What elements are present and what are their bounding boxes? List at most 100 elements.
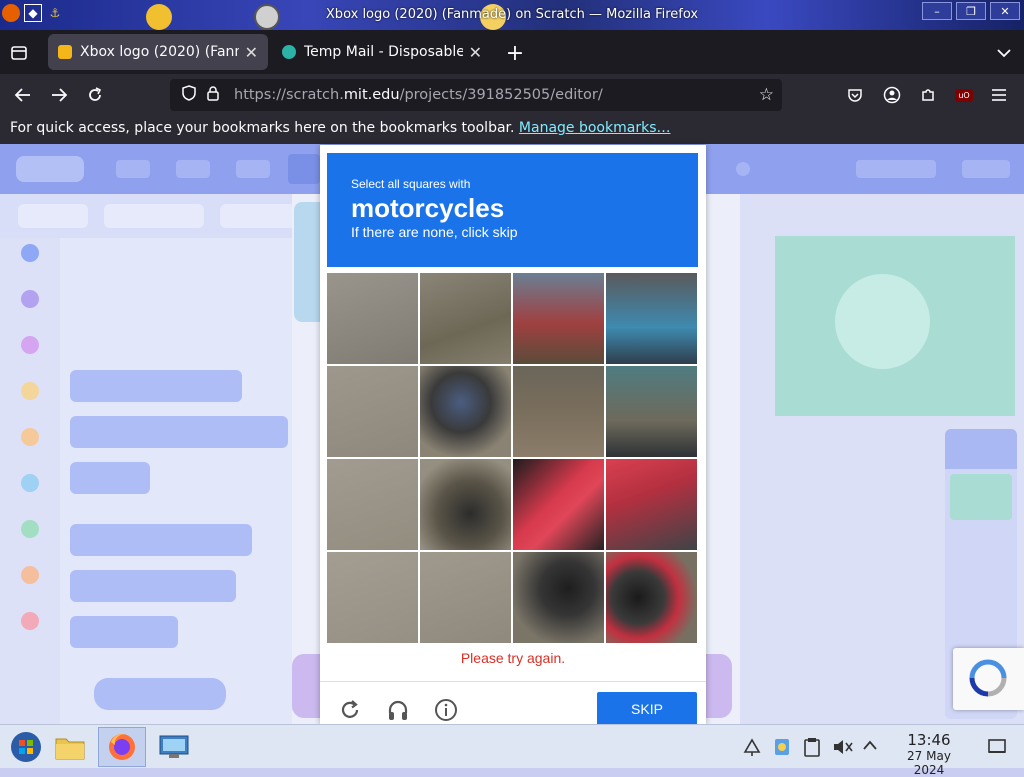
lock-icon[interactable] — [202, 85, 224, 105]
close-tab-icon[interactable]: ✕ — [469, 43, 482, 62]
captcha-subinstruction: If there are none, click skip — [351, 224, 518, 240]
captcha-footer: SKIP — [320, 681, 706, 726]
project-title-field — [288, 154, 320, 184]
captcha-tile[interactable] — [513, 459, 604, 550]
xbox-logo-icon — [835, 274, 930, 369]
audio-challenge-headphones-icon[interactable] — [384, 696, 412, 724]
temp-mail-favicon-icon — [282, 45, 296, 59]
reload-challenge-icon[interactable] — [336, 696, 364, 724]
captcha-tile[interactable] — [513, 552, 604, 643]
app-menu-hamburger-icon[interactable] — [986, 82, 1012, 108]
captcha-tile[interactable] — [327, 459, 418, 550]
forward-arrow-icon[interactable] — [46, 82, 72, 108]
captcha-tile[interactable] — [327, 273, 418, 364]
window-titlebar: ◆ ⚓ Xbox logo (2020) (Fanmade) on Scratc… — [0, 0, 1024, 30]
start-menu-icon[interactable] — [2, 727, 50, 767]
tutorials-icon — [736, 162, 750, 176]
bookmarks-toolbar: For quick access, place your bookmarks h… — [0, 116, 1024, 144]
control-panel-icon[interactable] — [150, 727, 198, 767]
close-tab-icon[interactable]: ✕ — [245, 43, 258, 62]
clipboard-tray-icon[interactable] — [803, 737, 821, 762]
tab-label: Temp Mail - Disposable Temporary Email — [304, 44, 463, 60]
navigation-bar: https://scratch.mit.edu/projects/3918525… — [0, 74, 1024, 116]
url-path: /projects/391852505/editor/ — [399, 87, 603, 103]
account-icon[interactable] — [879, 82, 905, 108]
recaptcha-challenge: Select all squares with motorcycles If t… — [320, 145, 706, 726]
sprite-panel-header — [945, 429, 1017, 469]
close-window-button[interactable]: ✕ — [990, 2, 1020, 20]
captcha-tile[interactable] — [606, 273, 697, 364]
captcha-tile[interactable] — [327, 552, 418, 643]
captcha-tile[interactable] — [327, 366, 418, 457]
show-hidden-icons-chevron-icon[interactable] — [862, 737, 878, 757]
taskbar-clock[interactable]: 13:46 27 May 2024 — [890, 731, 968, 777]
sprite-thumbnail — [950, 474, 1012, 520]
ublock-badge: uO — [955, 88, 973, 102]
info-icon[interactable] — [432, 696, 460, 724]
show-desktop-icon[interactable] — [988, 737, 1006, 760]
bookmark-star-icon[interactable]: ☆ — [759, 85, 774, 105]
reload-icon[interactable] — [82, 82, 108, 108]
extensions-puzzle-icon[interactable] — [915, 82, 941, 108]
maximize-button[interactable]: ❐ — [956, 2, 986, 20]
url-host: mit.edu — [343, 87, 400, 103]
new-tab-button[interactable]: + — [502, 40, 528, 66]
tab-label: Xbox logo (2020) (Fanmade) on Scratch — [80, 44, 239, 60]
url-bar[interactable]: https://scratch.mit.edu/projects/3918525… — [170, 79, 782, 111]
join-scratch-link — [856, 160, 936, 178]
workspace-decoration — [294, 202, 322, 322]
tab-xbox-logo[interactable]: Xbox logo (2020) (Fanmade) on Scratch ✕ — [48, 34, 268, 70]
stage — [775, 236, 1015, 416]
firefox-view-icon[interactable] — [8, 42, 30, 64]
url-prefix: https://scratch. — [234, 87, 344, 103]
captcha-tile[interactable] — [420, 273, 511, 364]
captcha-tile[interactable] — [420, 459, 511, 550]
captcha-instruction: Select all squares with — [351, 177, 471, 191]
code-block — [70, 570, 236, 602]
taskbar: 13:46 27 May 2024 — [0, 724, 1024, 777]
sounds-tab — [220, 204, 296, 228]
captcha-tile[interactable] — [606, 552, 697, 643]
captcha-target: motorcycles — [351, 193, 505, 223]
skip-button[interactable]: SKIP — [597, 692, 697, 726]
back-arrow-icon[interactable] — [10, 82, 36, 108]
clock-date: 27 May 2024 — [907, 749, 951, 777]
network-tray-icon[interactable] — [742, 737, 762, 762]
pocket-icon[interactable] — [842, 82, 868, 108]
volume-muted-icon[interactable] — [832, 737, 854, 762]
system-updater-icon[interactable] — [772, 737, 792, 762]
firefox-taskbar-icon[interactable] — [98, 727, 146, 767]
captcha-tile[interactable] — [606, 366, 697, 457]
code-block — [70, 462, 150, 494]
recaptcha-logo-icon — [969, 659, 1007, 697]
captcha-header: Select all squares with motorcycles If t… — [327, 153, 698, 267]
captcha-tile[interactable] — [420, 366, 511, 457]
ublock-origin-icon[interactable]: uO — [951, 82, 977, 108]
url-text[interactable]: https://scratch.mit.edu/projects/3918525… — [234, 87, 603, 103]
clock-time: 13:46 — [907, 731, 951, 749]
code-block — [70, 370, 242, 402]
minimize-button[interactable]: – — [922, 2, 952, 20]
recaptcha-badge[interactable] — [953, 648, 1024, 710]
manage-bookmarks-link[interactable]: Manage bookmarks… — [519, 120, 671, 136]
captcha-tile[interactable] — [420, 552, 511, 643]
captcha-tile[interactable] — [513, 366, 604, 457]
code-block — [94, 678, 226, 710]
edit-menu-icon — [236, 160, 270, 178]
settings-menu-icon — [116, 160, 150, 178]
code-block — [70, 616, 178, 648]
tracking-protection-shield-icon[interactable] — [178, 85, 200, 105]
tab-temp-mail[interactable]: Temp Mail - Disposable Temporary Email ✕ — [272, 34, 492, 70]
captcha-error-message: Please try again. — [460, 650, 566, 666]
captcha-tile[interactable] — [513, 273, 604, 364]
code-block — [70, 416, 288, 448]
file-manager-folder-icon[interactable] — [46, 727, 94, 767]
captcha-tile[interactable] — [606, 459, 697, 550]
block-palette — [60, 238, 292, 724]
editor-tabs — [0, 194, 300, 238]
tab-strip: Xbox logo (2020) (Fanmade) on Scratch ✕ … — [0, 30, 1024, 74]
scratch-logo — [16, 156, 84, 182]
list-all-tabs-icon[interactable] — [992, 42, 1016, 64]
costumes-tab — [104, 204, 204, 228]
scratch-favicon-icon — [58, 45, 72, 59]
